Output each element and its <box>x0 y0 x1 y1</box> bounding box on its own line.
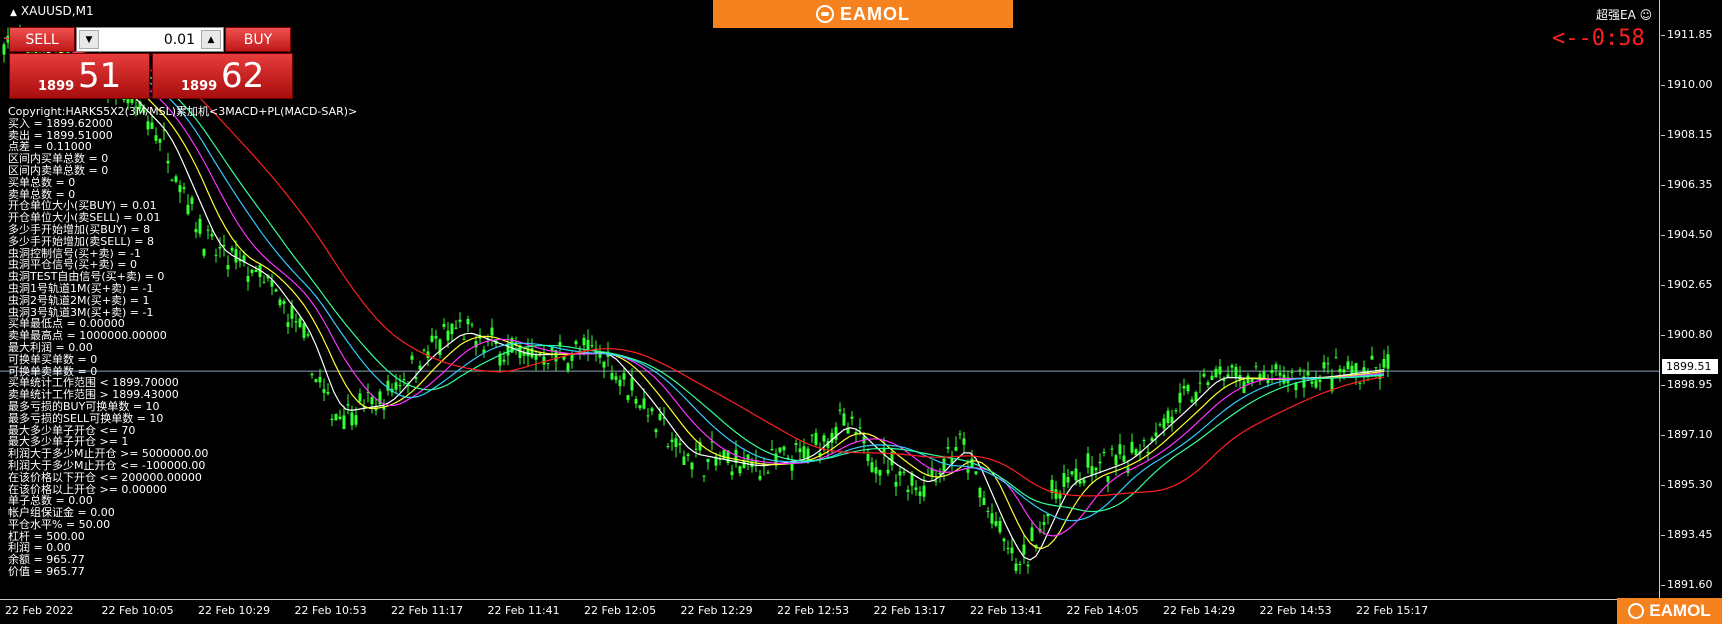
lot-increase-icon[interactable]: ▲ <box>201 30 221 49</box>
ea-info-panel: Copyright:HARKS5X2(3M/MSL)累加机<3MACD+PL(M… <box>8 106 357 578</box>
time-tick: 22 Feb 15:17 <box>1356 604 1429 617</box>
time-tick: 22 Feb 12:05 <box>584 604 657 617</box>
info-line: 可换单买单数 = 0 <box>8 352 98 366</box>
info-line: 买入 = 1899.62000 <box>8 116 113 130</box>
info-line: 最多亏损的BUY可换单数 = 10 <box>8 399 160 413</box>
info-line: 利润大于多少M止开仓 <= -100000.00 <box>8 458 206 472</box>
symbol-label: ▲ XAUUSD,M1 <box>10 4 94 18</box>
chart-area[interactable]: ▲ XAUUSD,M1 EAMOL 超强EA ☺ <--0:58 SELL ▼ 0… <box>0 0 1660 600</box>
info-line: 平仓水平% = 50.00 <box>8 517 111 531</box>
info-line: 区间内卖单总数 = 0 <box>8 163 109 177</box>
price-tick: 1897.10 <box>1661 428 1713 441</box>
price-tick: 1906.35 <box>1661 178 1713 191</box>
time-tick: 22 Feb 11:17 <box>391 604 464 617</box>
info-line: 在该价格以下开仓 <= 200000.00000 <box>8 470 202 484</box>
info-line: 多少手开始增加(卖SELL) = 8 <box>8 234 154 248</box>
buy-price-big: 1899 <box>181 79 218 94</box>
triangle-icon[interactable]: ▲ <box>10 8 17 18</box>
time-tick: 22 Feb 10:53 <box>294 604 367 617</box>
current-price-label: 1899.51 <box>1662 359 1718 374</box>
info-line: 最多亏损的SELL可换单数 = 10 <box>8 411 164 425</box>
time-tick: 22 Feb 12:53 <box>777 604 850 617</box>
info-line: 买单总数 = 0 <box>8 175 76 189</box>
buy-button[interactable]: BUY <box>225 27 291 52</box>
info-line: 多少手开始增加(买BUY) = 8 <box>8 222 151 236</box>
time-tick: 22 Feb 12:29 <box>680 604 753 617</box>
brand-corner: EAMOL <box>1617 598 1722 624</box>
brand-logo-icon <box>816 5 834 23</box>
price-tick: 1898.95 <box>1661 378 1713 391</box>
brand-logo-icon <box>1628 603 1645 619</box>
sell-price-big: 1899 <box>38 79 75 94</box>
info-line: 虫洞1号轨道1M(买+卖) = -1 <box>8 281 154 295</box>
info-line: 价值 = 965.77 <box>8 565 85 579</box>
bar-countdown: <--0:58 <box>1552 26 1645 51</box>
one-click-trade-panel: SELL ▼ 0.01 ▲ BUY 1899 51 1899 62 <box>9 27 293 99</box>
price-tick: 1891.60 <box>1661 578 1713 591</box>
price-tick: 1900.80 <box>1661 328 1713 341</box>
buy-price-pips: 62 <box>221 56 265 96</box>
time-tick: 22 Feb 14:05 <box>1066 604 1139 617</box>
smiley-icon: ☺ <box>1639 8 1653 22</box>
price-tick: 1902.65 <box>1661 278 1713 291</box>
time-tick: 22 Feb 11:41 <box>487 604 560 617</box>
time-axis[interactable]: 22 Feb 2022 22 Feb 10:05 22 Feb 10:29 22 Fe… <box>0 600 1660 624</box>
price-tick: 1904.50 <box>1661 228 1713 241</box>
time-tick: 22 Feb 14:53 <box>1259 604 1332 617</box>
price-tick: 1895.30 <box>1661 478 1713 491</box>
info-line: 最大利润 = 0.00 <box>8 340 93 354</box>
lot-decrease-icon[interactable]: ▼ <box>79 30 99 49</box>
sell-button[interactable]: SELL <box>9 27 75 52</box>
ea-name: 超强EA ☺ <box>1596 8 1653 22</box>
price-tick: 1911.85 <box>1661 28 1713 41</box>
time-tick: 22 Feb 10:29 <box>198 604 271 617</box>
buy-price-button[interactable]: 1899 62 <box>152 53 293 99</box>
time-tick: 22 Feb 10:05 <box>101 604 174 617</box>
time-tick: 22 Feb 14:29 <box>1163 604 1236 617</box>
time-tick: 22 Feb 13:17 <box>873 604 946 617</box>
lot-size-input[interactable]: 0.01 <box>101 30 199 50</box>
sell-price-pips: 51 <box>78 56 122 96</box>
price-tick: 1908.15 <box>1661 128 1713 141</box>
price-tick: 1910.00 <box>1661 78 1713 91</box>
sell-price-button[interactable]: 1899 51 <box>9 53 150 99</box>
lot-size-stepper[interactable]: ▼ 0.01 ▲ <box>76 27 224 52</box>
time-tick: 22 Feb 13:41 <box>970 604 1043 617</box>
brand-banner: EAMOL <box>713 0 1013 28</box>
price-axis[interactable]: 1911.85 1910.00 1908.15 1906.35 1904.50 1902.… <box>1661 0 1722 600</box>
price-tick: 1893.45 <box>1661 528 1713 541</box>
info-line: 虫洞2号轨道2M(买+卖) = 1 <box>8 293 150 307</box>
time-tick: 22 Feb 2022 <box>5 604 74 617</box>
